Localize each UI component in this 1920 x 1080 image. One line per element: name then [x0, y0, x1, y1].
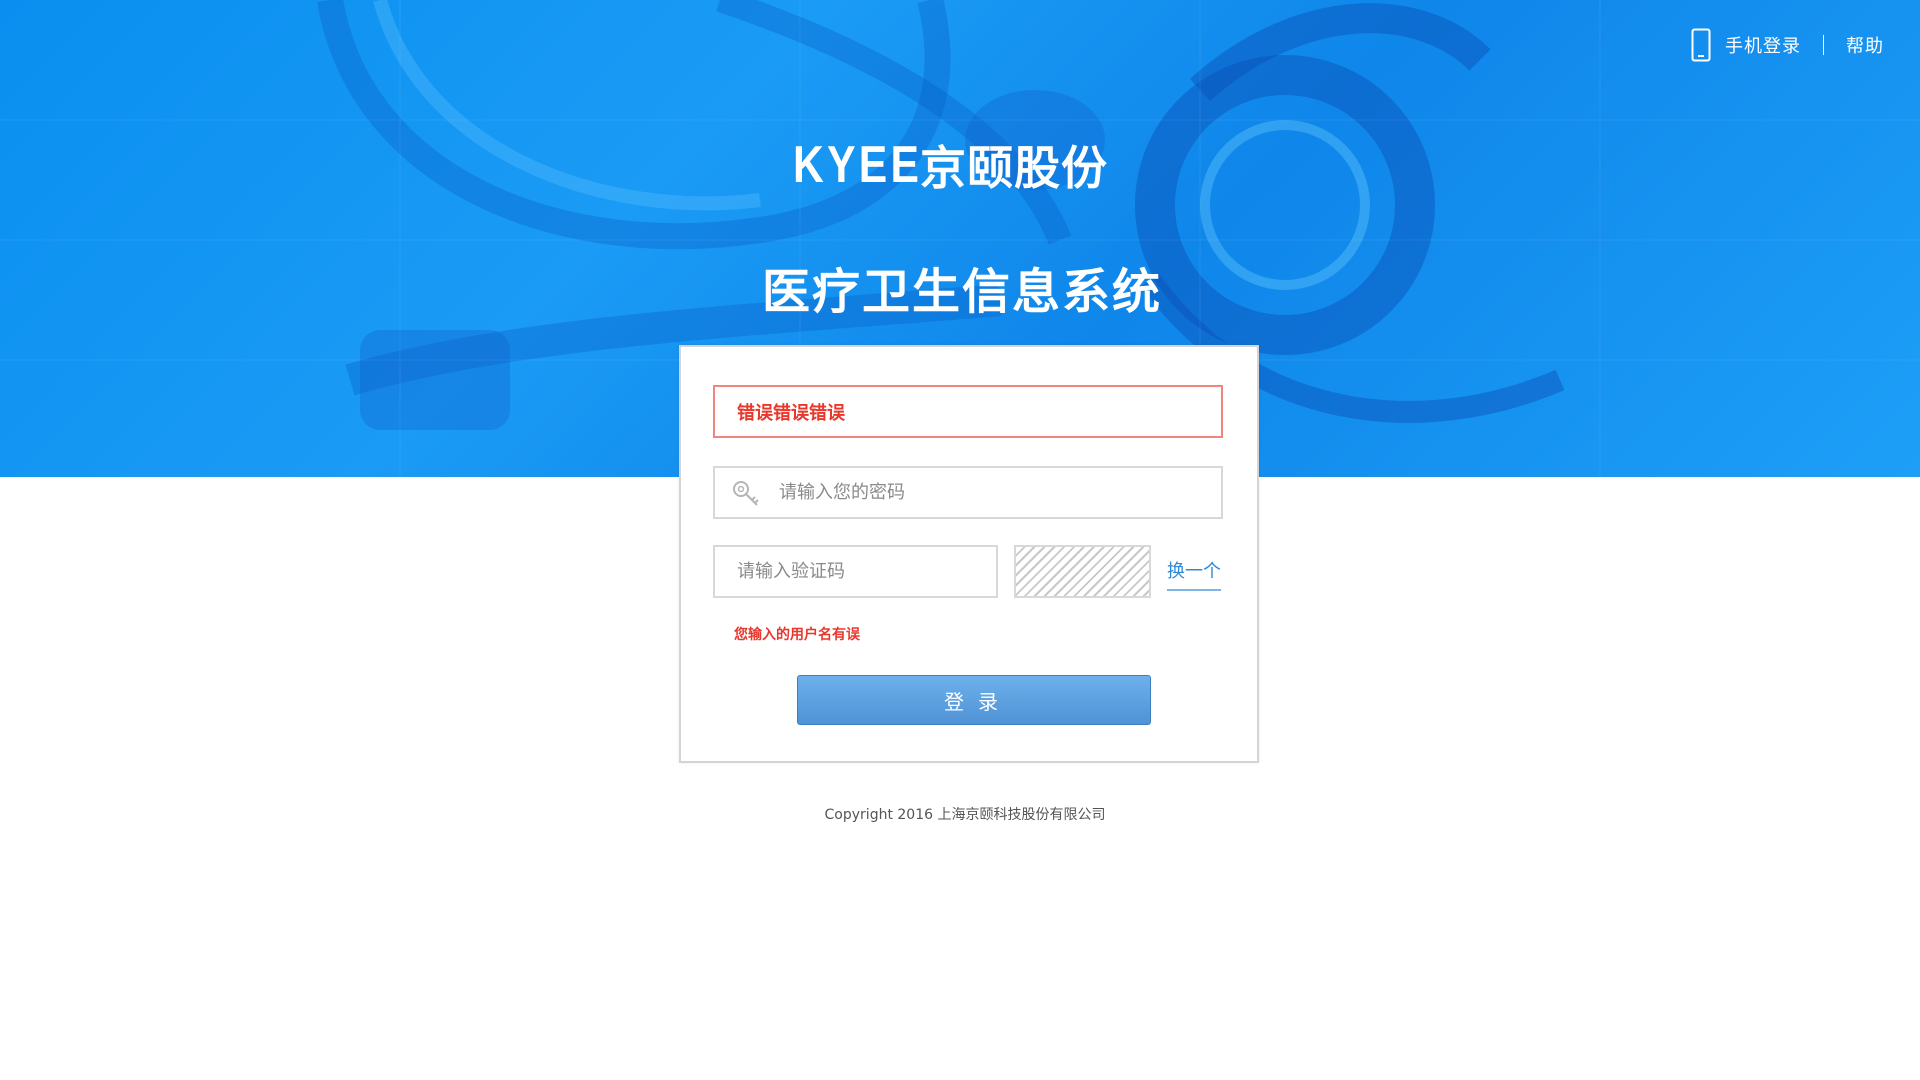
- login-button[interactable]: 登录: [797, 675, 1151, 725]
- captcha-input[interactable]: [735, 547, 996, 596]
- mobile-phone-icon[interactable]: [1691, 28, 1711, 62]
- help-link[interactable]: 帮助: [1846, 32, 1884, 58]
- logo-brand-english: KYEE: [793, 136, 923, 194]
- mobile-login-link[interactable]: 手机登录: [1725, 32, 1801, 58]
- top-navigation: 手机登录 帮助: [1691, 28, 1884, 62]
- login-card: 换一个 您输入的用户名有误 登录: [679, 345, 1259, 763]
- key-icon: [733, 480, 759, 506]
- error-message: 您输入的用户名有误: [734, 627, 860, 643]
- password-field[interactable]: [713, 466, 1223, 519]
- password-input[interactable]: [777, 468, 1221, 517]
- captcha-field[interactable]: [713, 545, 998, 598]
- username-field[interactable]: [713, 385, 1223, 438]
- captcha-image[interactable]: [1014, 545, 1151, 598]
- refresh-captcha-link[interactable]: 换一个: [1167, 557, 1221, 591]
- copyright-text: Copyright 2016 上海京颐科技股份有限公司: [824, 807, 1106, 823]
- logo-brand-chinese: 京颐股份: [920, 141, 1108, 195]
- nav-separator: [1823, 35, 1824, 55]
- username-input[interactable]: [735, 387, 1221, 436]
- system-title: 医疗卫生信息系统: [762, 264, 1163, 320]
- company-logo: KYEE 京颐股份: [793, 136, 1113, 195]
